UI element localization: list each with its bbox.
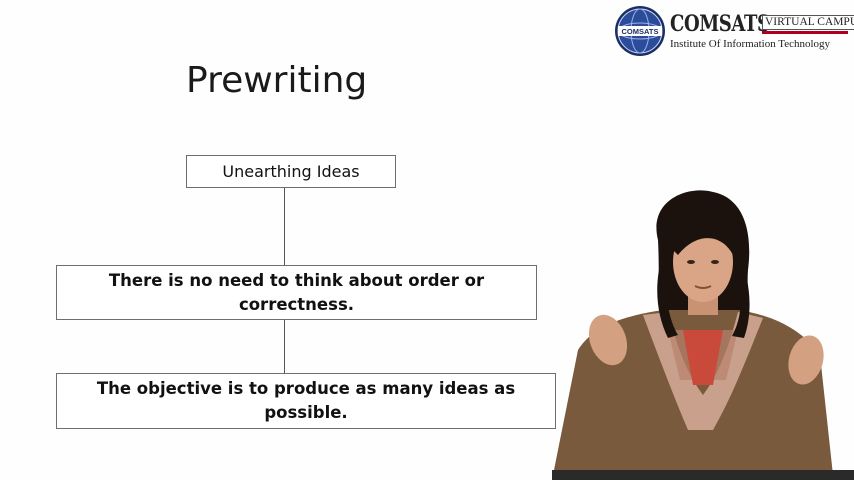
seal-label: COMSATS [622,27,659,36]
diagram-connector [284,320,285,373]
logo-subtitle: Institute Of Information Technology [670,38,831,50]
diagram-box-text: There is no need to think about order or… [108,270,485,314]
comsats-logo: COMSATS COMSATS VIRTUAL CAMPUS Institute… [614,5,854,57]
presenter-figure-icon [553,190,833,475]
slide-title: Prewriting [186,60,368,101]
logo-red-rule [762,31,848,34]
comsats-seal-icon: COMSATS [615,6,665,56]
diagram-box-unearthing-ideas: Unearthing Ideas [186,155,396,188]
slide: COMSATS COMSATS VIRTUAL CAMPUS Institute… [0,0,854,480]
diagram-box-order: There is no need to think about order or… [56,265,537,320]
diagram-box-text: Unearthing Ideas [222,162,360,181]
diagram-box-objective: The objective is to produce as many idea… [56,373,556,429]
lectern [552,470,854,480]
diagram-box-text: The objective is to produce as many idea… [96,379,516,422]
logo-virtual-campus-badge: VIRTUAL CAMPUS [762,15,854,30]
logo-brand-text: COMSATS [670,11,770,37]
diagram-connector [284,188,285,265]
